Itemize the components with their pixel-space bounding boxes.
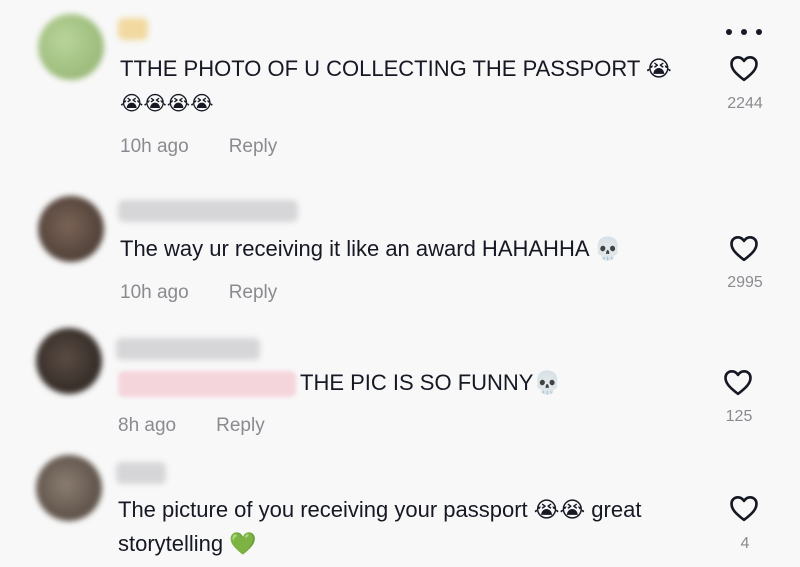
comment-text: THE PIC IS SO FUNNY💀: [118, 366, 561, 400]
comment-text: The way ur receiving it like an award HA…: [120, 236, 622, 261]
avatar[interactable]: [36, 455, 102, 521]
comment-text: The picture of you receiving your passpo…: [118, 497, 642, 522]
like-button[interactable]: [723, 368, 753, 396]
heart-outline-icon: [730, 495, 758, 522]
like-button[interactable]: [729, 494, 759, 522]
comment-text: storytelling 💚: [118, 531, 257, 556]
timestamp: 8h ago: [118, 415, 177, 436]
timestamp: 10h ago: [120, 136, 189, 157]
comment-text-content: THE PIC IS SO FUNNY💀: [300, 370, 561, 395]
reply-button[interactable]: Reply: [229, 282, 278, 303]
more-options-icon[interactable]: [726, 24, 762, 40]
avatar[interactable]: [36, 328, 102, 394]
avatar[interactable]: [38, 196, 104, 262]
comment-meta: 8h ago Reply: [118, 415, 265, 437]
like-button[interactable]: [729, 234, 759, 262]
username-redacted[interactable]: [116, 462, 166, 484]
comment-meta: 10h ago Reply: [120, 136, 277, 158]
like-count: 2244: [727, 95, 763, 112]
reply-button[interactable]: Reply: [229, 136, 278, 157]
username-redacted[interactable]: [118, 200, 298, 222]
like-button[interactable]: [729, 54, 759, 82]
like-count: 4: [740, 535, 750, 552]
avatar[interactable]: [38, 14, 104, 80]
comment-text: 😭😭😭😭: [120, 91, 214, 115]
like-count: 2995: [727, 274, 763, 291]
mention-redacted[interactable]: [118, 371, 296, 398]
like-count: 125: [725, 408, 753, 425]
comment-meta: 10h ago Reply: [120, 282, 277, 304]
timestamp: 10h ago: [120, 282, 189, 303]
heart-outline-icon: [724, 369, 752, 396]
reply-button[interactable]: Reply: [216, 415, 265, 436]
username-redacted[interactable]: [118, 18, 148, 40]
heart-outline-icon: [730, 55, 758, 82]
comment-text: TTHE PHOTO OF U COLLECTING THE PASSPORT …: [120, 56, 672, 81]
heart-outline-icon: [730, 235, 758, 262]
username-redacted[interactable]: [116, 338, 260, 360]
